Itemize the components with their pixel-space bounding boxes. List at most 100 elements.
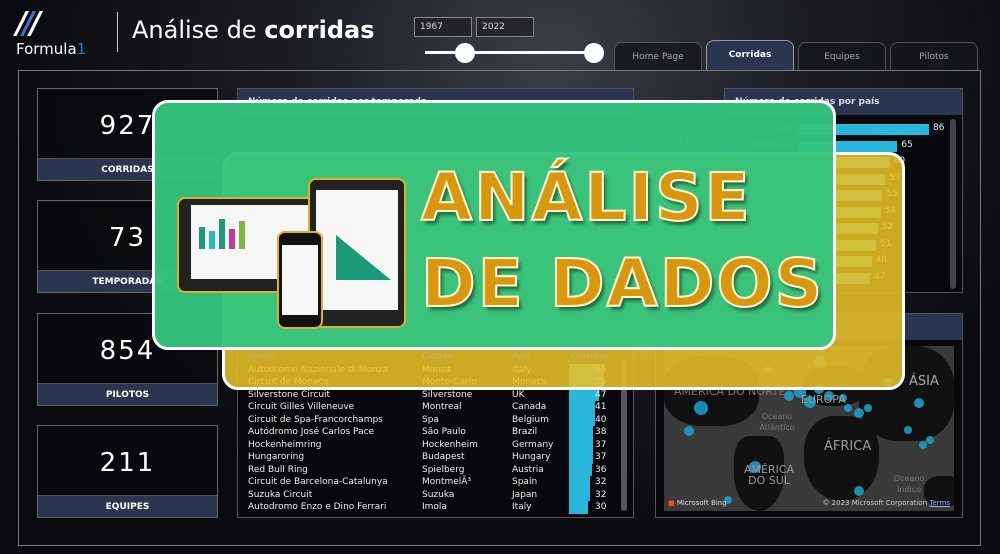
cidade-cell: Silverstone bbox=[422, 389, 473, 400]
cidade-cell: Montreal bbox=[422, 402, 462, 413]
cidade-cell: Spielberg bbox=[422, 464, 465, 475]
cidade-cell: Spa bbox=[422, 414, 439, 425]
table-row[interactable]: Autodromo Enzo e Dino Ferrari Imola Italy 3… bbox=[246, 501, 610, 514]
pais-cell: Brazil bbox=[512, 427, 538, 438]
map-copyright: © 2023 Microsoft Corporation Terms bbox=[822, 499, 950, 507]
nome-cell: Autódromo José Carlos Pace bbox=[248, 427, 375, 438]
circuit-marker[interactable] bbox=[854, 486, 864, 496]
table-row[interactable]: Autódromo José Carlos Pace São Paulo Brazi… bbox=[246, 426, 610, 439]
banner-green-card: ANÁLISE DE DADOS bbox=[152, 100, 836, 350]
nome-cell: Hungaroring bbox=[248, 452, 305, 463]
chart-scrollbar[interactable] bbox=[950, 119, 956, 289]
tab-pilotos[interactable]: Pilotos bbox=[890, 42, 978, 70]
corridas-cell: 36 bbox=[569, 463, 610, 476]
slider-start-handle[interactable] bbox=[455, 43, 475, 63]
corridas-cell: 40 bbox=[569, 413, 610, 426]
corridas-cell: 30 bbox=[569, 501, 610, 514]
map-label-asia: ÁSIA bbox=[909, 374, 939, 389]
year-slider-track[interactable] bbox=[425, 51, 595, 54]
year-end-input[interactable]: 2022 bbox=[476, 17, 534, 37]
table-row[interactable]: Circuit de Barcelona-Catalunya MontmelÃ³ S… bbox=[246, 476, 610, 489]
banner-title-line2: DE DADOS bbox=[420, 245, 825, 322]
cidade-cell: MontmelÃ³ bbox=[422, 477, 472, 488]
circuit-marker[interactable] bbox=[926, 436, 934, 444]
map-label-sa: AMÉRICA DO SUL bbox=[743, 463, 795, 487]
nome-cell: Circuit Gilles Villeneuve bbox=[248, 402, 355, 413]
phone-image bbox=[277, 231, 323, 329]
table-row[interactable]: Circuit de Spa-Francorchamps Spa Belgium 40 bbox=[246, 413, 610, 426]
corridas-value: 47 bbox=[595, 389, 607, 400]
bing-attribution: ■ Microsoft Bing bbox=[668, 499, 727, 507]
cidade-cell: Hockenheim bbox=[422, 439, 478, 450]
circuit-marker[interactable] bbox=[864, 404, 872, 412]
table-row[interactable]: Hungaroring Budapest Hungary 37 bbox=[246, 451, 610, 464]
corridas-value: 32 bbox=[595, 489, 607, 500]
map-label-africa: ÁFRICA bbox=[824, 439, 872, 454]
cidade-cell: Suzuka bbox=[422, 489, 455, 500]
circuit-marker[interactable] bbox=[684, 426, 694, 436]
table-row[interactable]: Suzuka Circuit Suzuka Japan 32 bbox=[246, 488, 610, 501]
corridas-cell: 41 bbox=[569, 401, 610, 414]
year-start-input[interactable]: 1967 bbox=[414, 17, 472, 37]
pais-cell: Japan bbox=[512, 489, 538, 500]
nome-cell: Silverstone Circuit bbox=[248, 389, 331, 400]
corridas-cell: 37 bbox=[569, 438, 610, 451]
divider bbox=[117, 12, 118, 52]
nome-cell: Hockenheimring bbox=[248, 439, 322, 450]
col-nome[interactable]: Nome bbox=[246, 351, 420, 364]
circuit-marker[interactable] bbox=[904, 426, 912, 434]
brand-suffix: 1 bbox=[76, 40, 87, 58]
formula1-logo: /// Formula1 bbox=[16, 6, 106, 59]
corridas-cell: 37 bbox=[569, 451, 610, 464]
tab-equipes[interactable]: Equipes bbox=[798, 42, 886, 70]
corridas-value: 37 bbox=[595, 439, 607, 450]
cidade-cell: Imola bbox=[422, 502, 447, 513]
circuit-marker[interactable] bbox=[914, 398, 924, 408]
table-row[interactable]: Hockenheimring Hockenheim Germany 37 bbox=[246, 438, 610, 451]
corridas-value: 36 bbox=[595, 464, 607, 475]
circuit-marker[interactable] bbox=[694, 401, 708, 415]
page-title: Análise de corridas bbox=[132, 16, 375, 44]
cidade-cell: Budapest bbox=[422, 452, 465, 463]
col-cidade[interactable]: Cidade bbox=[420, 351, 510, 364]
nome-cell: Red Bull Ring bbox=[248, 464, 308, 475]
country-value: 65 bbox=[901, 139, 913, 150]
pais-cell: Italy bbox=[512, 502, 532, 513]
nome-cell: Circuit de Barcelona-Catalunya bbox=[248, 477, 388, 488]
tab-home-page[interactable]: Home Page bbox=[614, 42, 702, 70]
corridas-value: 30 bbox=[595, 502, 607, 513]
pais-cell: Spain bbox=[512, 477, 538, 488]
table-row[interactable]: Red Bull Ring Spielberg Austria 36 bbox=[246, 463, 610, 476]
banner-title-line1: ANÁLISE bbox=[420, 159, 752, 236]
circuit-marker[interactable] bbox=[854, 408, 864, 418]
corridas-cell: 47 bbox=[569, 388, 610, 401]
kpi-equipes: 211 EQUIPES bbox=[37, 425, 218, 518]
corridas-cell: 32 bbox=[569, 488, 610, 501]
corridas-value: 38 bbox=[595, 427, 607, 438]
corridas-cell: 38 bbox=[569, 426, 610, 439]
map-label-indian: Oceano Índico bbox=[893, 474, 925, 494]
table-row[interactable]: Silverstone Circuit Silverstone UK 47 bbox=[246, 388, 610, 401]
corridas-value: 37 bbox=[595, 452, 607, 463]
col-pais[interactable]: País bbox=[510, 351, 569, 364]
f1-mark: /// bbox=[16, 6, 41, 41]
nome-cell: Circuit de Spa-Francorchamps bbox=[248, 414, 383, 425]
col-corridas[interactable]: Corridas bbox=[569, 351, 610, 364]
tab-corridas[interactable]: Corridas bbox=[706, 40, 794, 70]
cidade-cell: São Paulo bbox=[422, 427, 466, 438]
terms-link[interactable]: Terms bbox=[929, 499, 950, 507]
pais-cell: Austria bbox=[512, 464, 544, 475]
pais-cell: Germany bbox=[512, 439, 554, 450]
pais-cell: Belgium bbox=[512, 414, 549, 425]
microsoft-logo-icon: ■ bbox=[668, 499, 675, 507]
corridas-value: 32 bbox=[595, 477, 607, 488]
slider-end-handle[interactable] bbox=[584, 43, 604, 63]
corridas-value: 40 bbox=[595, 414, 607, 425]
nome-cell: Suzuka Circuit bbox=[248, 489, 313, 500]
pais-cell: UK bbox=[512, 389, 525, 400]
table-row[interactable]: Circuit Gilles Villeneuve Montreal Canada 4… bbox=[246, 401, 610, 414]
corridas-cell: 32 bbox=[569, 476, 610, 489]
corridas-value: 41 bbox=[595, 402, 607, 413]
brand-word: Formula bbox=[16, 40, 77, 58]
circuit-marker[interactable] bbox=[784, 391, 794, 401]
